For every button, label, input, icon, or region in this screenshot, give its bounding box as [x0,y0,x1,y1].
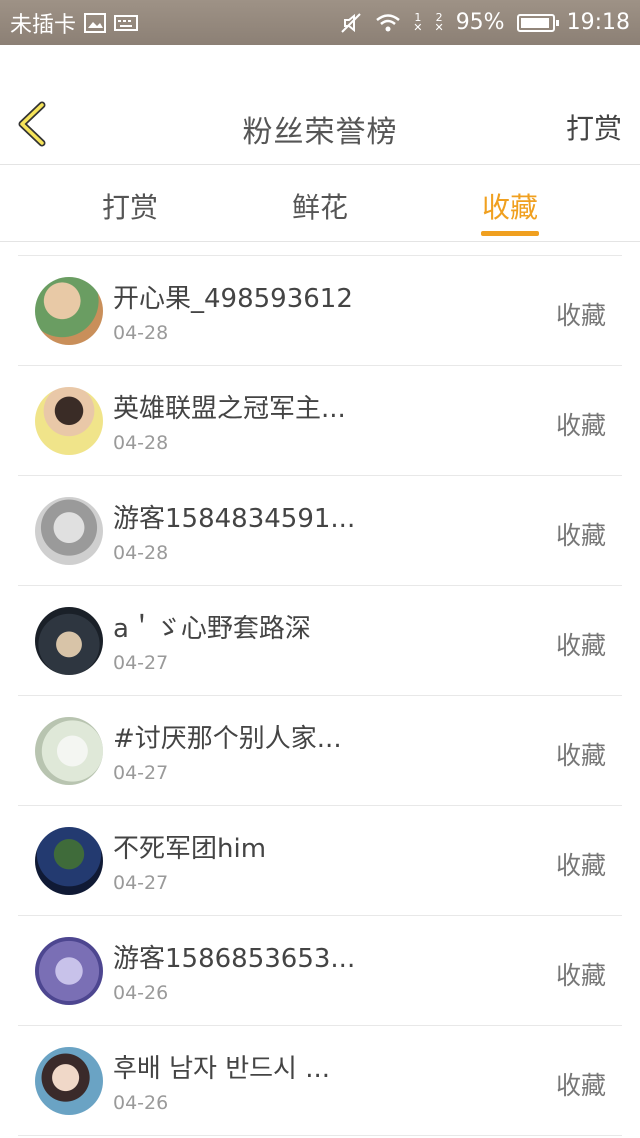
fan-list: 开心果_498593612 04-28 收藏 英雄联盟之冠军主... 04-28… [18,255,622,1136]
user-name: 不死军团him [113,834,267,864]
wifi-icon [375,13,401,33]
header: 粉丝荣誉榜 打赏 [0,45,640,165]
action-type-label: 收藏 [555,741,606,770]
list-item[interactable]: 英雄联盟之冠军主... 04-28 收藏 [18,366,622,476]
list-item[interactable]: 开心果_498593612 04-28 收藏 [18,256,622,366]
signal2-icon: 2 ✕ [434,10,444,34]
carrier-label: 未插卡 [10,12,77,38]
user-name: 开心果_498593612 [113,284,353,314]
action-type-label: 收藏 [555,631,606,660]
avatar [35,1047,103,1115]
date-label: 04-28 [113,322,169,344]
date-label: 04-28 [113,432,169,454]
avatar [35,937,103,1005]
keyboard-icon [114,14,139,31]
avatar [35,277,103,345]
user-name: a＇ゞ心野套路深 [113,614,311,644]
date-label: 04-27 [113,872,169,894]
action-type-label: 收藏 [555,521,606,550]
user-name: 游客1586853653... [113,944,356,974]
user-name: 英雄联盟之冠军主... [113,394,346,424]
user-name: 후배 남자 반드시 ... [113,1054,331,1084]
reward-button[interactable]: 打赏 [566,107,622,147]
action-type-label: 收藏 [555,301,606,330]
clock: 19:18 [566,10,630,35]
date-label: 04-26 [113,982,169,1004]
battery-icon [516,13,559,32]
mute-icon [339,11,363,35]
list-item[interactable]: 不死军团him 04-27 收藏 [18,806,622,916]
list-item[interactable]: 游客1586853653... 04-26 收藏 [18,916,622,1026]
tab-flowers[interactable]: 鲜花 [260,186,380,226]
date-label: 04-26 [113,1092,169,1114]
tab-bar: 打赏 鲜花 收藏 [0,166,640,242]
image-icon [84,12,107,33]
list-item[interactable]: 후배 남자 반드시 ... 04-26 收藏 [18,1026,622,1136]
avatar [35,387,103,455]
action-type-label: 收藏 [555,961,606,990]
active-tab-indicator [481,231,539,236]
action-type-label: 收藏 [555,851,606,880]
avatar [35,717,103,785]
avatar [35,827,103,895]
avatar [35,497,103,565]
list-item[interactable]: #讨厌那个别人家... 04-27 收藏 [18,696,622,806]
user-name: #讨厌那个别人家... [113,724,342,754]
list-item[interactable]: a＇ゞ心野套路深 04-27 收藏 [18,586,622,696]
list-item[interactable]: 游客1584834591... 04-28 收藏 [18,476,622,586]
date-label: 04-28 [113,542,169,564]
tab-favorites[interactable]: 收藏 [450,186,570,226]
action-type-label: 收藏 [555,1071,606,1100]
signal1-icon: 1 ✕ [413,10,423,34]
avatar [35,607,103,675]
page-title: 粉丝荣誉榜 [242,115,398,150]
status-bar: 未插卡 1 ✕ 2 ✕ 95% 19:18 [0,0,640,45]
tab-reward[interactable]: 打赏 [70,186,190,226]
action-type-label: 收藏 [555,411,606,440]
user-name: 游客1584834591... [113,504,356,534]
date-label: 04-27 [113,762,169,784]
date-label: 04-27 [113,652,169,674]
battery-percentage: 95% [455,10,505,35]
